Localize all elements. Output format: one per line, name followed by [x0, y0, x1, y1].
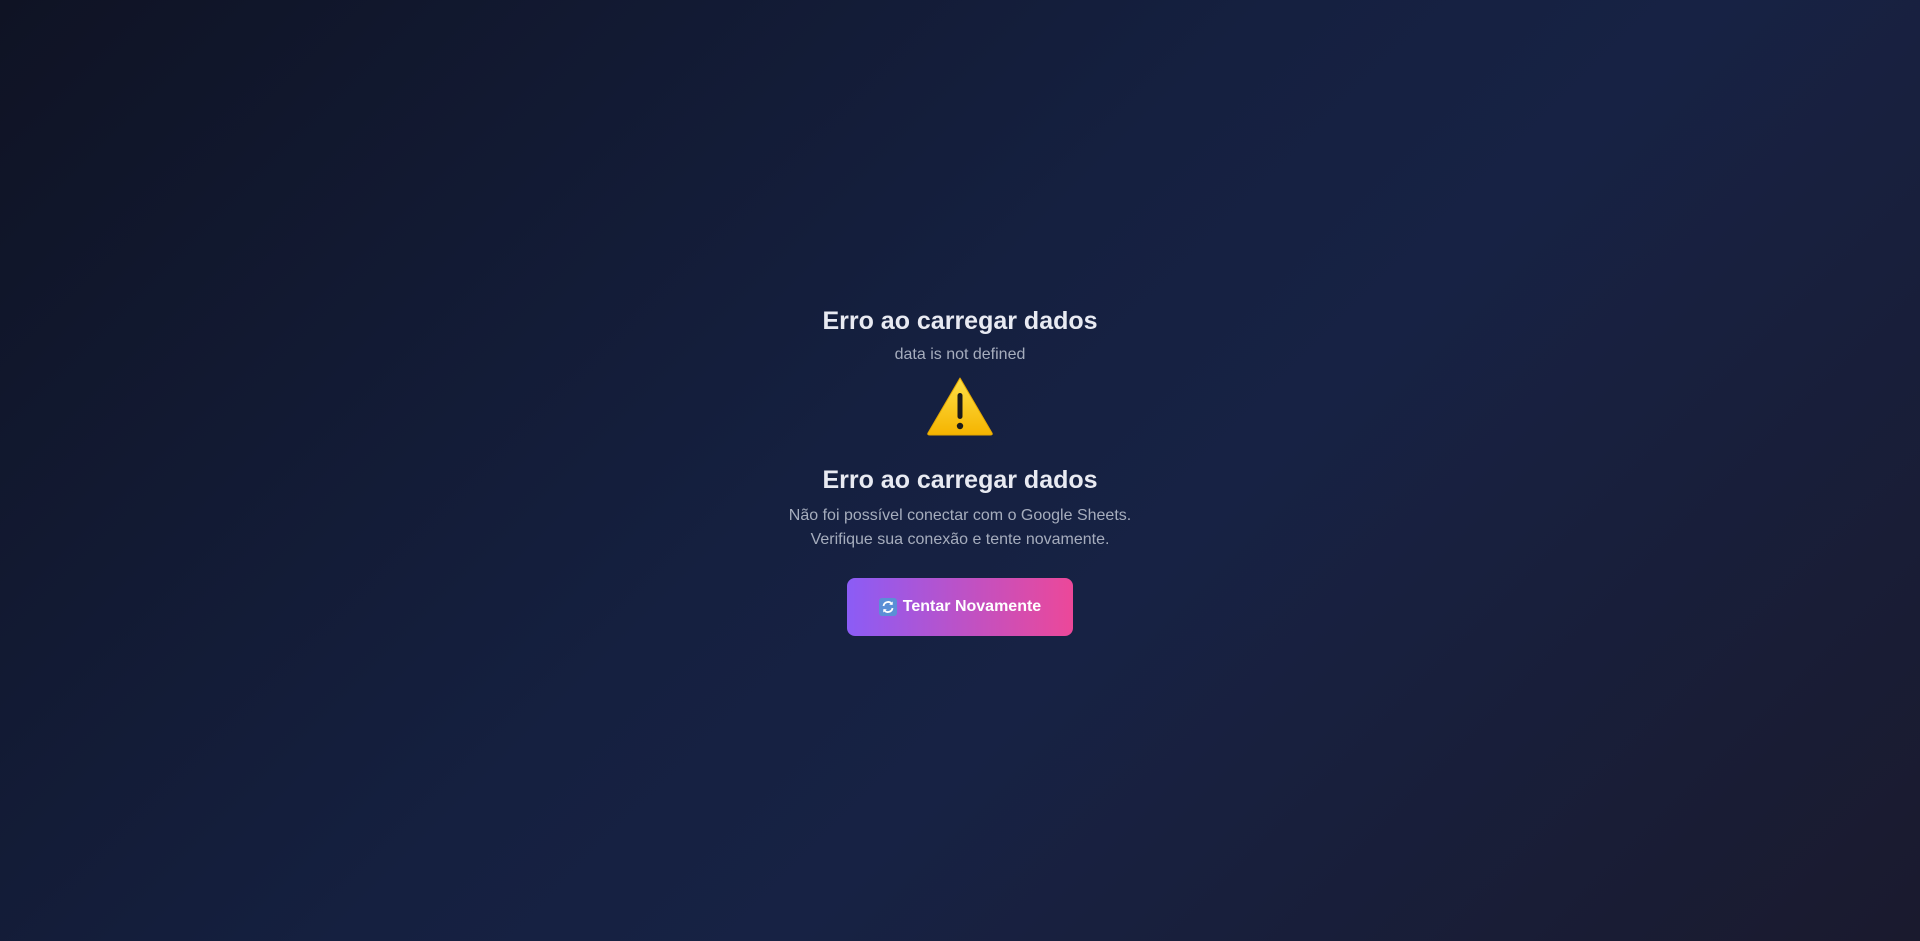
warning-icon — [927, 377, 993, 436]
error-title: Erro ao carregar dados — [822, 307, 1098, 335]
retry-button-label: Tentar Novamente — [902, 598, 1042, 615]
refresh-icon — [878, 598, 897, 616]
retry-button[interactable]: Tentar Novamente — [847, 578, 1073, 636]
error-message-line-1: Não foi possível conectar com o Google S… — [788, 507, 1132, 524]
error-container: Erro ao carregar dados data is not defin… — [0, 300, 1920, 636]
error-detail: data is not defined — [894, 346, 1026, 363]
error-message-line-2: Verifique sua conexão e tente novamente. — [810, 531, 1110, 548]
error-card-title: Erro ao carregar dados — [822, 466, 1098, 494]
error-message: Não foi possível conectar com o Google S… — [789, 504, 1131, 552]
